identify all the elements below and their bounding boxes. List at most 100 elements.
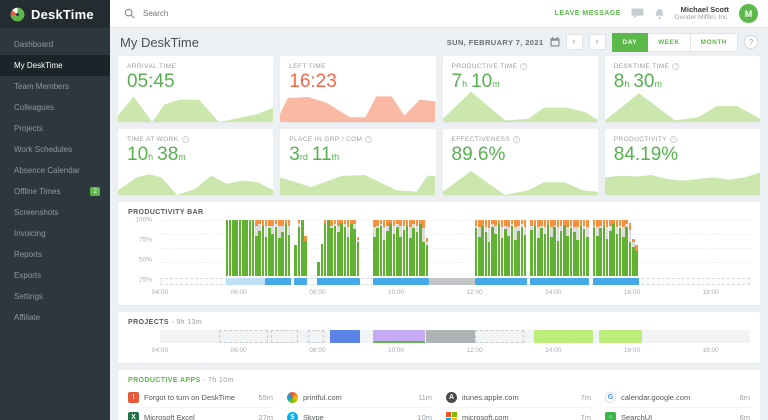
sidebar-item-screenshots[interactable]: Screenshots: [0, 202, 110, 223]
sidebar-badge: 2: [90, 187, 100, 196]
sidebar-item-projects[interactable]: Projects: [0, 118, 110, 139]
bar-neutral: [255, 225, 258, 236]
app-item[interactable]: Gcalendar.google.com 6m: [605, 388, 750, 407]
bar-neutral: [399, 225, 402, 237]
stat-label-row: TIME AT WORK i: [118, 129, 273, 143]
app-item[interactable]: S Skype 10m: [287, 407, 432, 420]
bar-neutral: [628, 230, 632, 243]
productivity-bar: [405, 220, 409, 276]
bar-productive: [337, 232, 340, 276]
sidebar-item-settings[interactable]: Settings: [0, 286, 110, 307]
productivity-plot-col: 04:00 06:00 08:00 10:00 12:00 14:00 16:00 18:00: [152, 220, 750, 300]
sparkline-productivity: [604, 172, 760, 195]
app-item[interactable]: printful.com 11m: [287, 388, 432, 407]
productivity-bar: [333, 220, 337, 276]
sidebar-item-team-members[interactable]: Team Members: [0, 76, 110, 97]
sidebar-item-offline-times[interactable]: Offline Times 2: [0, 181, 110, 202]
bar-productive: [576, 239, 579, 276]
date-controls: SUN, FEBRUARY 7, 2021 ‹ › DAY WEEK MONTH ?: [447, 32, 758, 52]
project-segment-dashed[interactable]: [219, 330, 269, 343]
bar-productive: [622, 236, 625, 276]
sidebar-item-my-desktime[interactable]: My DeskTime: [0, 55, 110, 76]
bar-unproductive: [507, 220, 511, 227]
app-item[interactable]: X Microsoft Excel 27m: [128, 407, 273, 420]
project-segment-solid[interactable]: [330, 330, 360, 343]
stat-value: 8h 30m: [605, 70, 760, 93]
bar-unproductive: [605, 220, 609, 228]
productivity-bar: [566, 220, 570, 276]
app-item[interactable]: ! Forgot to turn on DeskTime 55m: [128, 388, 273, 407]
productivity-bar: [622, 220, 625, 276]
sidebar-item-work-schedules[interactable]: Work Schedules: [0, 139, 110, 160]
app-name: Microsoft Excel: [144, 413, 195, 420]
sidebar-item-dashboard[interactable]: Dashboard: [0, 34, 110, 55]
info-icon[interactable]: i: [669, 136, 677, 143]
project-segment-dashed[interactable]: [271, 330, 298, 343]
bar-productive: [514, 239, 517, 276]
next-day-button[interactable]: ›: [588, 34, 606, 50]
info-icon[interactable]: i: [181, 136, 189, 143]
bar-productive: [379, 225, 383, 276]
sidebar-item-invoicing[interactable]: Invoicing: [0, 223, 110, 244]
bar-productive: [264, 236, 268, 276]
sidebar-item-reports[interactable]: Reports: [0, 244, 110, 265]
info-icon[interactable]: i: [365, 136, 373, 143]
search-input[interactable]: [143, 9, 343, 18]
project-segment-solid[interactable]: [599, 330, 642, 343]
stat-card-time-at-work: TIME AT WORK i 10h 38m: [118, 129, 274, 195]
app-time: 27m: [258, 413, 273, 420]
sidebar-item-absence-calendar[interactable]: Absence Calendar: [0, 160, 110, 181]
bar-productive: [323, 222, 327, 276]
chat-icon[interactable]: [631, 8, 644, 19]
sidebar-item-affiliate[interactable]: Affiliate: [0, 307, 110, 328]
productivity-bar: [287, 220, 291, 276]
topbar: LEAVE MESSAGE Michael Scott Dunder Miffl…: [110, 0, 768, 28]
user-block[interactable]: Michael Scott Dunder Mifflin, Inc.: [675, 5, 729, 23]
range-button-week[interactable]: WEEK: [648, 32, 691, 52]
productivity-bar: [632, 239, 635, 276]
stat-unit: rd: [299, 152, 308, 162]
project-segment-solid[interactable]: [425, 330, 475, 343]
productivity-bar: [553, 220, 556, 276]
info-icon[interactable]: i: [520, 63, 528, 70]
help-icon[interactable]: ?: [744, 35, 758, 49]
info-icon[interactable]: i: [513, 136, 521, 143]
project-segment-solid[interactable]: [373, 330, 426, 343]
logo[interactable]: DeskTime: [0, 0, 110, 28]
bar-productive: [530, 230, 533, 276]
bar-productive: [556, 240, 560, 276]
app-item[interactable]: microsoft.com 7m: [446, 407, 591, 420]
project-segment-dashed[interactable]: [307, 330, 324, 343]
app-item[interactable]: ○ SearchUI 6m: [605, 407, 750, 420]
prev-day-button[interactable]: ‹: [565, 34, 583, 50]
bar-productive: [238, 220, 242, 276]
stat-label: ARRIVAL TIME: [127, 63, 177, 70]
range-button-day[interactable]: DAY: [611, 32, 649, 52]
info-icon[interactable]: i: [672, 63, 680, 70]
productivity-bar: [373, 220, 376, 276]
bell-icon[interactable]: [654, 8, 665, 20]
calendar-icon[interactable]: [549, 37, 560, 47]
bar-productive: [599, 228, 602, 276]
range-button-month[interactable]: MONTH: [690, 32, 738, 52]
stat-value: 3rd 11th: [280, 143, 435, 166]
leave-message-link[interactable]: LEAVE MESSAGE: [555, 10, 621, 17]
app-name: Forgot to turn on DeskTime: [144, 393, 236, 402]
productivity-bar: [409, 220, 412, 276]
search[interactable]: [124, 8, 547, 19]
topbar-right: LEAVE MESSAGE Michael Scott Dunder Miffl…: [555, 4, 758, 23]
productivity-bar: [487, 220, 491, 276]
avatar[interactable]: M: [739, 4, 758, 23]
sparkline-left-time: [280, 96, 436, 122]
project-segment-solid[interactable]: [533, 330, 593, 343]
bar-productive: [628, 242, 632, 276]
stat-label: PRODUCTIVE TIME: [451, 63, 518, 70]
app-item[interactable]: Aitunes.apple.com 7m: [446, 388, 591, 407]
sidebar-item-colleagues[interactable]: Colleagues: [0, 97, 110, 118]
sidebar-item-label: Team Members: [14, 82, 70, 91]
productivity-bar: [235, 220, 238, 276]
project-segment-dashed[interactable]: [474, 330, 524, 343]
sidebar-item-exports[interactable]: Exports: [0, 265, 110, 286]
productivity-bar: [510, 220, 514, 276]
timeline-segment-online: [592, 278, 639, 285]
